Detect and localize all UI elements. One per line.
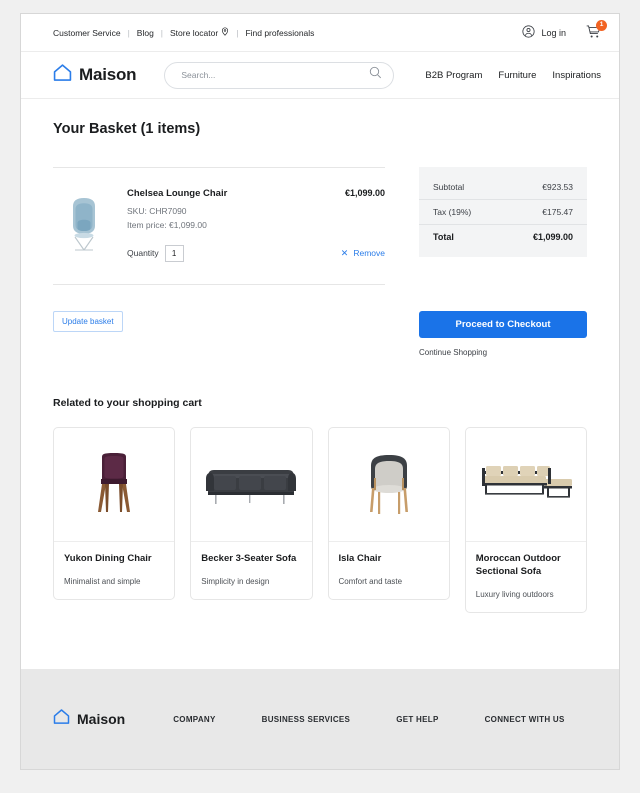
summary-label-tax: Tax (19%) [433, 207, 472, 217]
product-description: Luxury living outdoors [475, 589, 554, 599]
utility-bar: Customer Service | Blog | Store locator … [21, 14, 619, 52]
location-pin-icon [221, 27, 229, 38]
search-input[interactable] [181, 70, 370, 80]
utility-separator: | [236, 27, 239, 38]
cart-item-quantity-line: Quantity ✕ Remove [127, 244, 385, 262]
brand-logo[interactable]: Maison [53, 64, 137, 86]
continue-shopping-link[interactable]: Continue Shopping [419, 348, 587, 357]
product-card-body: Yukon Dining Chair Minimalist and simple [54, 542, 174, 599]
cart-item-unit-price: Item price: €1,099.00 [127, 220, 207, 231]
cart-layout: Chelsea Lounge Chair €1,099.00 SKU: CHR7… [53, 167, 587, 285]
account-circle-icon [522, 25, 536, 40]
product-image-moroccan-outdoor-sectional-sofa [465, 428, 586, 542]
cart-actions: Update basket Proceed to Checkout Contin… [53, 311, 587, 357]
nav-item-furniture[interactable]: Furniture [498, 70, 536, 81]
nav-item-inspirations[interactable]: Inspirations [552, 70, 601, 81]
utility-separator: | [160, 27, 164, 38]
cart-item-row: Chelsea Lounge Chair €1,099.00 SKU: CHR7… [53, 168, 385, 284]
utility-bar-right: Log in 1 [522, 19, 607, 41]
cart-item-thumbnail[interactable] [53, 188, 115, 262]
checkout-column: Proceed to Checkout Continue Shopping [419, 311, 587, 357]
footer-columns: COMPANY BUSINESS SERVICES GET HELP CONNE… [173, 715, 564, 724]
summary-row-subtotal: Subtotal €923.53 [419, 175, 587, 199]
remove-item-button[interactable]: ✕ Remove [341, 248, 385, 259]
product-description: Simplicity in design [201, 576, 270, 586]
product-image-yukon-dining-chair [54, 428, 175, 542]
product-name: Yukon Dining Chair [64, 553, 152, 564]
divider-bottom [53, 284, 385, 285]
cart-items-panel: Chelsea Lounge Chair €1,099.00 SKU: CHR7… [53, 167, 385, 285]
footer-column-business-services[interactable]: BUSINESS SERVICES [262, 715, 351, 724]
summary-label-total: Total [433, 232, 454, 242]
related-products-section: Related to your shopping cart Yukon Dini… [53, 397, 587, 613]
summary-value-subtotal: €923.53 [542, 182, 573, 192]
login-label: Log in [541, 27, 566, 38]
summary-value-tax: €175.47 [542, 207, 573, 217]
cart-item-sku: SKU: CHR7090 [127, 206, 187, 216]
main-content: Your Basket (1 items) Chelsea Lounge Cha… [21, 99, 619, 613]
product-card[interactable]: Becker 3-Seater Sofa Simplicity in desig… [190, 427, 313, 600]
product-card-body: Becker 3-Seater Sofa Simplicity in desig… [191, 542, 311, 599]
page-title: Your Basket (1 items) [53, 121, 201, 137]
brand-name: Maison [79, 65, 137, 84]
footer: Maison COMPANY BUSINESS SERVICES GET HEL… [21, 669, 619, 769]
product-card[interactable]: Yukon Dining Chair Minimalist and simple [53, 427, 176, 600]
footer-column-connect-with-us[interactable]: CONNECT WITH US [485, 715, 565, 724]
proceed-to-checkout-button[interactable]: Proceed to Checkout [419, 311, 587, 338]
product-name: Moroccan Outdoor Sectional Sofa [475, 553, 561, 577]
cart-badge-count: 1 [596, 19, 607, 31]
utility-link-store-locator[interactable]: Store locator [170, 28, 218, 38]
search-bar[interactable] [164, 61, 395, 89]
product-card-body: Isla Chair Comfort and taste [329, 542, 449, 599]
product-name: Becker 3-Seater Sofa [201, 553, 297, 564]
product-description: Comfort and taste [338, 576, 403, 586]
utility-separator: | [127, 27, 130, 38]
remove-label: Remove [353, 248, 385, 259]
page-card: Customer Service | Blog | Store locator … [20, 13, 620, 770]
main-header: Maison B2B Program Furniture Inspiration… [21, 52, 619, 99]
cart-item-price: €1,099.00 [344, 188, 385, 198]
product-image-becker-3-seater-sofa [191, 428, 312, 542]
summary-value-total: €1,099.00 [532, 232, 573, 242]
summary-label-subtotal: Subtotal [433, 182, 465, 192]
house-logo-icon [53, 64, 72, 86]
related-products-list: Yukon Dining Chair Minimalist and simple [53, 427, 587, 613]
product-image-isla-chair [328, 428, 449, 542]
nav-item-b2b-program[interactable]: B2B Program [425, 70, 482, 81]
utility-link-find-professionals[interactable]: Find professionals [245, 28, 314, 38]
login-button[interactable]: Log in [522, 25, 566, 40]
summary-row-total: Total €1,099.00 [419, 225, 587, 249]
quantity-label: Quantity [127, 248, 159, 259]
utility-links: Customer Service | Blog | Store locator … [53, 27, 314, 38]
quantity-input[interactable] [164, 244, 184, 262]
cart-item-info: Chelsea Lounge Chair €1,099.00 SKU: CHR7… [127, 188, 385, 262]
footer-brand-name: Maison [77, 711, 126, 727]
close-icon: ✕ [340, 247, 349, 258]
footer-column-company[interactable]: COMPANY [173, 715, 215, 724]
search-icon[interactable] [369, 66, 382, 84]
cart-button[interactable]: 1 [586, 19, 607, 41]
order-summary: Subtotal €923.53 Tax (19%) €175.47 Total… [419, 167, 587, 257]
product-description: Minimalist and simple [64, 576, 141, 586]
product-card[interactable]: Isla Chair Comfort and taste [327, 427, 450, 600]
cart-item-name[interactable]: Chelsea Lounge Chair [127, 188, 227, 199]
main-navigation: B2B Program Furniture Inspirations [425, 70, 601, 81]
house-logo-icon [53, 709, 70, 729]
utility-link-blog[interactable]: Blog [137, 28, 154, 38]
summary-row-tax: Tax (19%) €175.47 [419, 200, 587, 224]
footer-brand-logo[interactable]: Maison [53, 709, 125, 729]
update-basket-button[interactable]: Update basket [53, 311, 123, 332]
product-card-body: Moroccan Outdoor Sectional Sofa Luxury l… [466, 542, 586, 612]
utility-link-customer-service[interactable]: Customer Service [53, 28, 121, 38]
footer-column-get-help[interactable]: GET HELP [396, 715, 438, 724]
related-products-title: Related to your shopping cart [53, 397, 202, 409]
product-name: Isla Chair [338, 553, 382, 564]
product-card[interactable]: Moroccan Outdoor Sectional Sofa Luxury l… [464, 427, 587, 613]
cart-item-title-line: Chelsea Lounge Chair €1,099.00 [127, 188, 385, 199]
